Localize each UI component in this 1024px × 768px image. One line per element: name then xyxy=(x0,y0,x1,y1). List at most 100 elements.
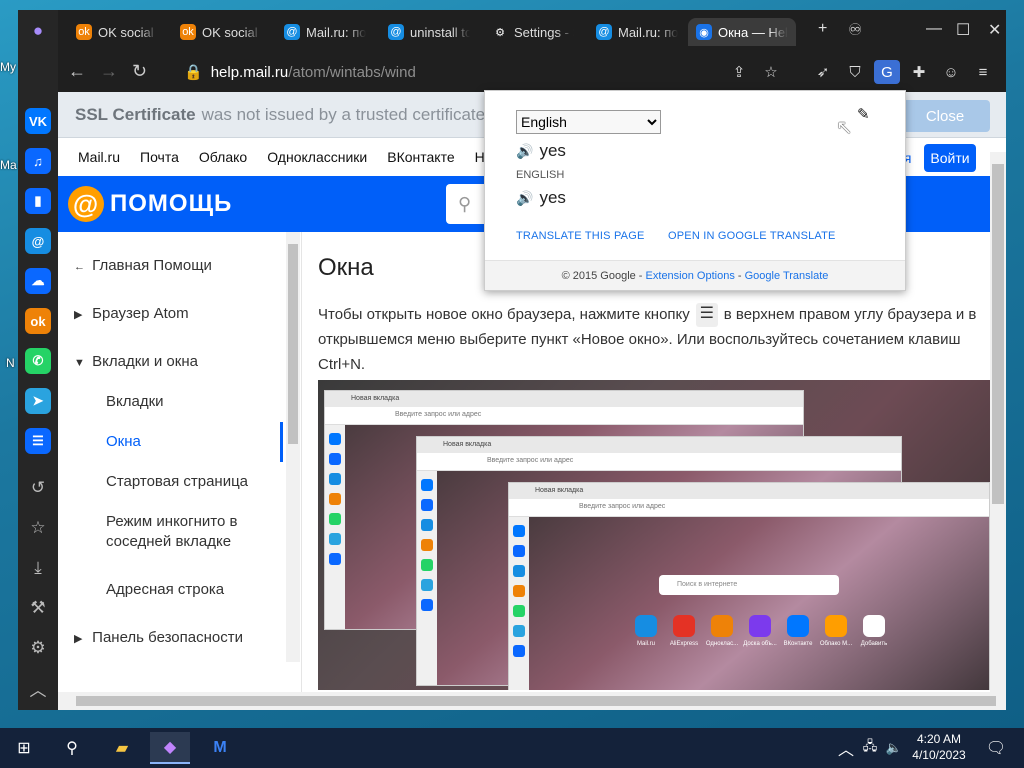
tools-icon[interactable]: ⚒ xyxy=(25,595,51,621)
rocket-icon[interactable]: ➶ xyxy=(810,60,836,84)
nav-item[interactable]: ← Главная Помощи xyxy=(74,256,274,277)
mini-tile-label: Добавить xyxy=(860,641,888,647)
mail-at-icon[interactable]: @ xyxy=(25,228,51,254)
music-icon[interactable]: ♫ xyxy=(25,148,51,174)
nav-item-label: Стартовая страница xyxy=(106,473,249,490)
forward-button[interactable]: → xyxy=(100,61,118,82)
atom-logo-icon[interactable]: ● xyxy=(25,18,51,44)
browser-tab[interactable]: ◉ Окна — Hel xyxy=(688,18,796,46)
nav-item-label: Вкладки и окна xyxy=(92,353,198,370)
profile-icon[interactable]: ☺ xyxy=(938,60,964,84)
nav-item[interactable]: ▶ Панель безопасности xyxy=(74,628,274,649)
browser-tab[interactable]: @ Mail.ru: поч xyxy=(588,18,686,46)
source-result: 🔊 yes xyxy=(516,188,566,208)
telegram-icon[interactable]: ➤ xyxy=(25,388,51,414)
mini-sidebar-icon xyxy=(513,525,525,537)
open-google-translate-link[interactable]: OPEN IN GOOGLE TRANSLATE xyxy=(668,230,836,242)
whatsapp-icon[interactable]: ✆ xyxy=(25,348,51,374)
mini-sidebar-icon xyxy=(329,433,341,445)
network-icon[interactable]: 🖧 xyxy=(858,732,882,764)
reload-button[interactable]: ↻ xyxy=(132,61,147,82)
settings-icon[interactable]: ⚙ xyxy=(25,635,51,661)
translate-extension-icon[interactable]: G xyxy=(874,60,900,84)
start-button[interactable]: ⊞ xyxy=(4,732,44,764)
mini-tile-label: AliExpress xyxy=(669,641,699,647)
maximize-button[interactable]: ☐ xyxy=(956,20,970,40)
browser-tab[interactable]: ⚙ Settings - S xyxy=(484,18,582,46)
mini-sidebar-icon xyxy=(421,599,433,611)
nav-arrow-icon: ▶ xyxy=(74,633,83,645)
menu-icon[interactable]: ≡ xyxy=(970,60,996,84)
nav-arrow-icon: ▶ xyxy=(74,309,83,321)
portal-link[interactable]: ВКонтакте xyxy=(387,149,454,165)
nav-scrollbar-thumb[interactable] xyxy=(288,244,298,444)
mini-search: Поиск в интернете xyxy=(659,575,839,595)
url-field[interactable]: 🔒 help.mail.ru/atom/wintabs/wind xyxy=(176,56,616,88)
nav-item-label: Адресная строка xyxy=(106,581,225,598)
malwarebytes-icon[interactable]: M xyxy=(200,732,240,764)
mini-tile-icon xyxy=(749,615,771,637)
page-scrollbar-thumb[interactable] xyxy=(992,164,1004,504)
horizontal-scrollbar-thumb[interactable] xyxy=(76,696,996,706)
nav-item[interactable]: Режим инкогнито в соседней вкладке xyxy=(106,512,266,552)
portal-link[interactable]: Mail.ru xyxy=(78,149,120,165)
nav-item[interactable]: ▶ Браузер Atom xyxy=(74,304,274,325)
shield-icon[interactable]: ⛉ xyxy=(842,60,868,84)
nav-item-label: Главная Помощи xyxy=(92,257,212,274)
speaker-icon[interactable]: 🔊 xyxy=(516,143,533,160)
history-icon[interactable]: ↺ xyxy=(25,475,51,501)
target-language-select[interactable]: English xyxy=(516,110,661,134)
tray-chevron-icon[interactable]: ︿ xyxy=(834,732,858,764)
help-logo[interactable]: @ ПОМОЩЬ xyxy=(68,186,232,222)
star-icon[interactable]: ☆ xyxy=(25,515,51,541)
nav-item[interactable]: Адресная строка xyxy=(106,580,266,600)
search-icon[interactable]: ⚲ xyxy=(52,732,92,764)
nav-item[interactable]: Вкладки xyxy=(106,392,266,412)
bookmark-star-icon[interactable]: ☆ xyxy=(758,60,784,84)
stats-icon[interactable]: ▮ xyxy=(25,188,51,214)
collapse-icon[interactable]: ︿ xyxy=(25,675,51,701)
desktop-icon-label: N xyxy=(6,356,15,370)
search-icon: ⚲ xyxy=(458,193,472,214)
clock-time: 4:20 AM xyxy=(916,732,962,746)
nav-item[interactable]: Стартовая страница xyxy=(106,472,266,492)
browser-tab[interactable]: ok OK social n xyxy=(172,18,270,46)
volume-icon[interactable]: 🔈 xyxy=(882,732,906,764)
browser-tab[interactable]: @ Mail.ru: поч xyxy=(276,18,374,46)
minimize-button[interactable]: — xyxy=(926,20,942,38)
login-button[interactable]: Войти xyxy=(924,144,976,172)
share-icon[interactable]: ⇪ xyxy=(726,60,752,84)
translate-popup-footer: © 2015 Google - Extension Options - Goog… xyxy=(485,260,905,290)
system-clock[interactable]: 4:20 AM 4/10/2023 xyxy=(908,731,970,763)
google-translate-link[interactable]: Google Translate xyxy=(745,270,829,282)
list-icon[interactable]: ☰ xyxy=(25,428,51,454)
edit-pencil-icon[interactable]: ✎ xyxy=(857,105,870,123)
extension-options-link[interactable]: Extension Options xyxy=(646,270,735,282)
incognito-icon[interactable]: ♾ xyxy=(848,20,862,40)
nav-item[interactable]: Окна xyxy=(106,432,266,452)
nav-item[interactable]: ▼ Вкладки и окна xyxy=(74,352,274,373)
extensions-icon[interactable]: ✚ xyxy=(906,60,932,84)
ok-icon[interactable]: ok xyxy=(25,308,51,334)
tab-label: OK social n xyxy=(98,24,158,40)
translate-page-link[interactable]: TRANSLATE THIS PAGE xyxy=(516,230,645,242)
speaker-icon[interactable]: 🔊 xyxy=(516,190,533,207)
browser-tab[interactable]: ok OK social n xyxy=(68,18,166,46)
new-tab-button[interactable]: + xyxy=(818,20,827,38)
portal-link[interactable]: Одноклассники xyxy=(267,149,367,165)
vk-icon[interactable]: VK xyxy=(25,108,51,134)
portal-link[interactable]: Почта xyxy=(140,149,179,165)
browser-tab[interactable]: @ uninstall to xyxy=(380,18,478,46)
active-indicator xyxy=(280,422,283,462)
atom-browser-taskbar-icon[interactable]: ◆ xyxy=(150,732,190,764)
notifications-icon[interactable]: 🗨 xyxy=(976,732,1016,764)
back-button[interactable]: ← xyxy=(68,61,86,82)
mini-sidebar-icon xyxy=(421,519,433,531)
mini-sidebar-icon xyxy=(329,473,341,485)
cloud-icon[interactable]: ☁ xyxy=(25,268,51,294)
portal-link[interactable]: Облако xyxy=(199,149,247,165)
download-icon[interactable]: ⤓ xyxy=(25,555,51,581)
file-explorer-icon[interactable]: ▰ xyxy=(102,732,142,764)
ssl-close-button[interactable]: Close xyxy=(900,100,990,132)
close-window-button[interactable]: ✕ xyxy=(988,20,1001,40)
